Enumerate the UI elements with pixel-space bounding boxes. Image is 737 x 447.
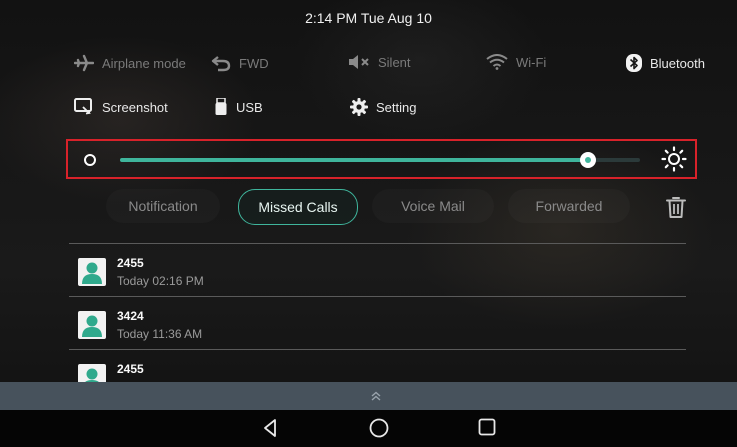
airplane-mode-toggle[interactable]: Airplane mode [74,54,186,72]
forward-icon [211,56,231,72]
silent-label: Silent [378,54,411,70]
quick-settings-row-1: Airplane mode FWD Silent Wi-Fi Bluetooth [0,54,737,84]
bluetooth-label: Bluetooth [650,55,705,71]
setting-button[interactable]: Setting [350,98,416,116]
back-triangle-icon[interactable] [262,418,278,438]
screenshot-button[interactable]: Screenshot [74,98,168,116]
status-bar: 2:14 PM Tue Aug 10 [0,0,737,36]
usb-label: USB [236,99,263,115]
wifi-label: Wi-Fi [516,54,547,70]
trash-icon[interactable] [666,196,686,218]
silent-toggle[interactable]: Silent [348,54,411,70]
tab-label: Voice Mail [401,198,465,214]
setting-label: Setting [376,99,417,115]
list-divider [69,296,686,297]
quick-settings-row-2: Screenshot USB Setting [0,98,737,128]
list-item[interactable]: 2455 Today 02:16 PM [78,254,678,294]
bluetooth-icon [626,54,642,72]
screenshot-icon [74,98,92,115]
brightness-control [66,139,697,179]
tab-forwarded[interactable]: Forwarded [508,189,630,223]
panel-handle-bar[interactable] [0,382,737,410]
tab-voice-mail[interactable]: Voice Mail [372,189,494,223]
call-log-tabs: Notification Missed Calls Voice Mail For… [0,189,737,225]
contact-avatar-icon [82,315,102,337]
contact-avatar-icon [82,262,102,284]
fwd-label: FWD [239,55,269,71]
brightness-high-icon [661,146,687,172]
chevron-up-icon[interactable] [370,391,382,401]
avatar [78,258,106,286]
screenshot-label: Screenshot [102,99,168,115]
avatar [78,364,106,382]
list-item[interactable]: 2455 [78,360,678,382]
brightness-fill [120,158,588,162]
tab-missed-calls[interactable]: Missed Calls [238,189,358,225]
bluetooth-toggle[interactable]: Bluetooth [626,54,705,72]
mute-icon [349,55,369,69]
brightness-slider[interactable] [120,152,640,168]
contact-avatar-icon [85,368,99,382]
caller-number: 3424 [117,309,144,323]
airplane-mode-label: Airplane mode [102,55,186,71]
wifi-toggle[interactable]: Wi-Fi [486,54,546,70]
wifi-icon [486,54,508,70]
caller-number: 2455 [117,256,144,270]
airplane-icon [74,54,94,72]
list-divider [69,349,686,350]
call-time: Today 11:36 AM [117,327,203,341]
status-datetime: 2:14 PM Tue Aug 10 [305,10,432,26]
usb-button[interactable]: USB [214,98,263,116]
gear-icon [350,98,368,116]
tab-notification[interactable]: Notification [106,189,220,223]
navigation-bar [0,410,737,447]
tab-label: Forwarded [535,198,603,214]
call-time: Today 02:16 PM [117,274,204,288]
recents-square-icon[interactable] [478,418,496,436]
brightness-low-icon [84,154,96,166]
fwd-toggle[interactable]: FWD [211,54,269,72]
usb-icon [215,98,227,115]
tab-label: Notification [128,198,198,214]
brightness-thumb[interactable] [580,152,596,168]
tab-label: Missed Calls [258,199,338,215]
list-divider [69,243,686,244]
home-circle-icon[interactable] [369,418,389,438]
avatar [78,311,106,339]
caller-number: 2455 [117,362,144,376]
list-item[interactable]: 3424 Today 11:36 AM [78,307,678,347]
